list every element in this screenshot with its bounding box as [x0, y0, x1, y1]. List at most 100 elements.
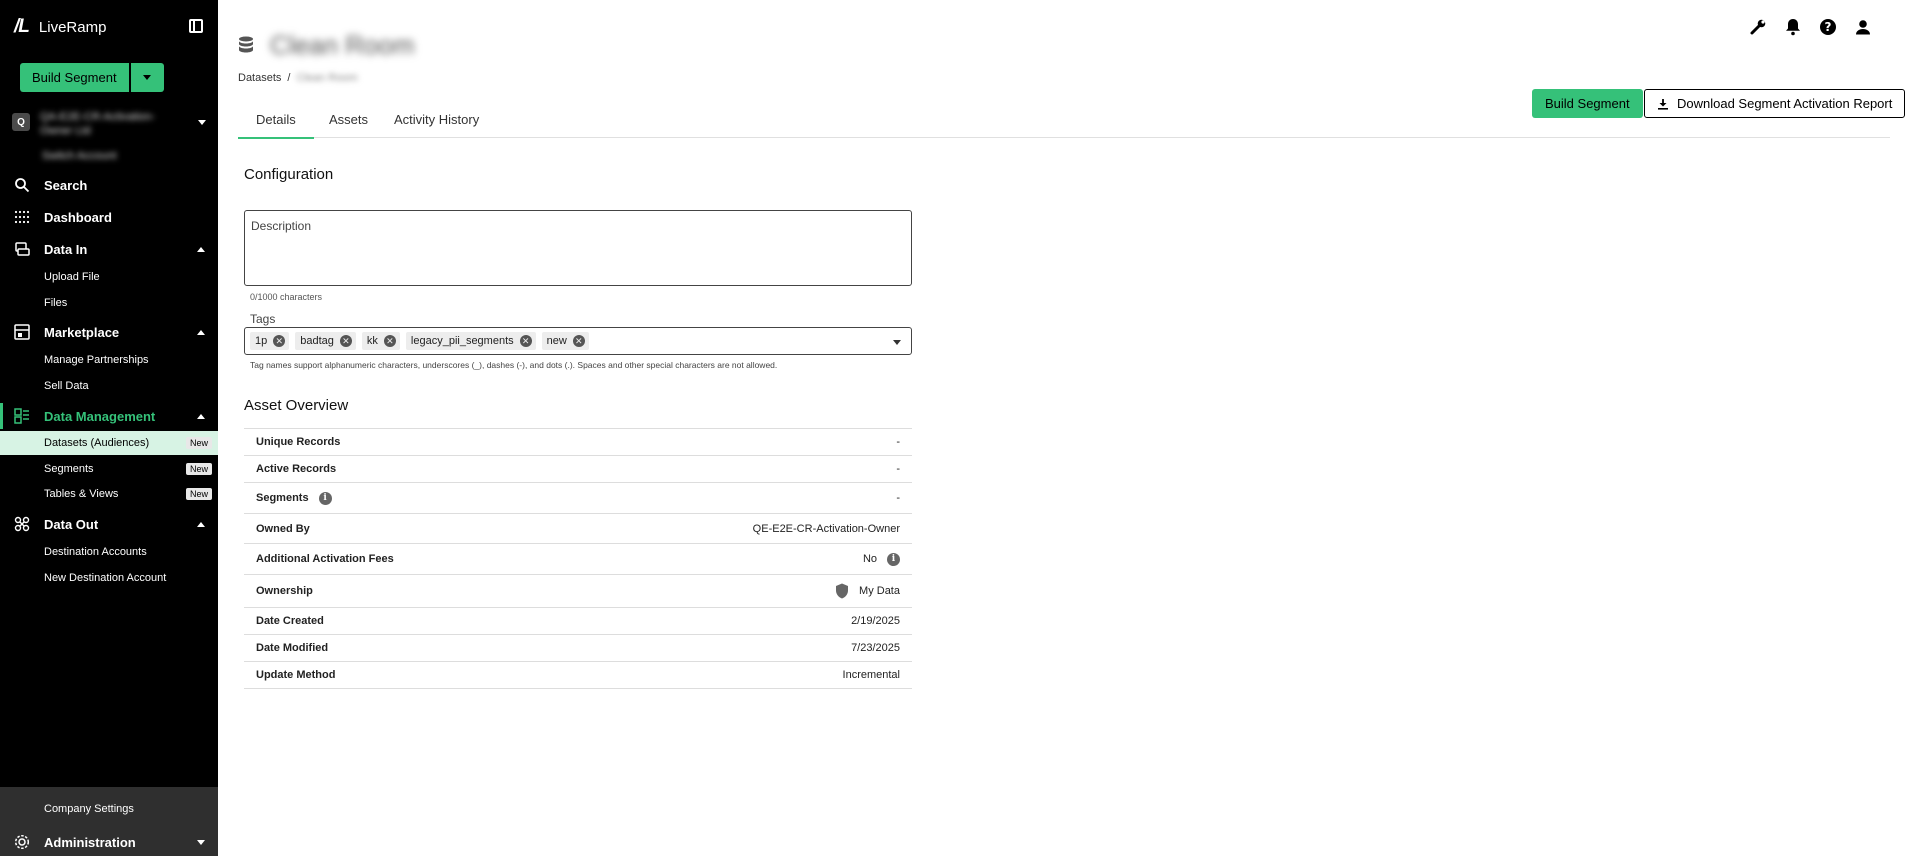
sidebar-item-segments[interactable]: Segments New: [0, 457, 218, 481]
sidebar-item-company-settings[interactable]: Company Settings: [0, 797, 218, 821]
data-management-icon: [14, 408, 29, 424]
data-in-icon: [15, 242, 30, 256]
build-segment-button[interactable]: Build Segment: [20, 63, 129, 92]
table-row: Additional Activation Fees No i: [244, 544, 912, 575]
help-icon: ?: [1820, 19, 1836, 35]
sidebar-item-label: Datasets (Audiences): [44, 437, 150, 449]
build-segment-dropdown-button[interactable]: [130, 63, 164, 92]
asset-overview-table: Unique Records - Active Records - Segmen…: [244, 428, 912, 689]
sidebar-item-dashboard[interactable]: Dashboard: [0, 202, 218, 232]
gear-icon: [14, 834, 30, 850]
sidebar-item-label: Administration: [44, 834, 136, 850]
row-label: Ownership: [256, 585, 313, 597]
sidebar-item-new-destination-account[interactable]: New Destination Account: [0, 566, 218, 590]
sidebar-item-manage-partnerships[interactable]: Manage Partnerships: [0, 348, 218, 372]
sidebar-item-data-management[interactable]: Data Management: [0, 401, 218, 431]
sidebar-item-label: Upload File: [44, 271, 100, 283]
tag-chip: kk ✕: [361, 332, 400, 350]
sidebar-item-data-out[interactable]: Data Out: [0, 509, 218, 539]
description-char-count: 0/1000 characters: [250, 292, 323, 302]
sidebar-item-files[interactable]: Files: [0, 291, 218, 315]
user-icon: [1856, 20, 1870, 35]
sidebar-item-sell-data[interactable]: Sell Data: [0, 374, 218, 398]
chevron-down-icon[interactable]: [893, 340, 901, 345]
tab-activity-history[interactable]: Activity History: [394, 112, 479, 127]
remove-tag-icon[interactable]: ✕: [572, 335, 585, 347]
help-button[interactable]: ?: [1819, 18, 1837, 36]
chevron-up-icon: [197, 329, 205, 335]
row-value: My Data: [859, 585, 900, 597]
tag-chip-label: legacy_pii_segments: [410, 335, 514, 347]
row-value: 2/19/2025: [851, 615, 900, 627]
marketplace-icon: [14, 324, 30, 340]
chevron-down-icon: [197, 839, 205, 845]
table-row: Date Modified 7/23/2025: [244, 635, 912, 662]
sidebar-item-label: Manage Partnerships: [44, 354, 149, 366]
org-avatar: Q: [12, 113, 30, 131]
tab-assets[interactable]: Assets: [329, 112, 368, 127]
description-field[interactable]: Description: [244, 210, 912, 286]
database-icon: [239, 36, 253, 53]
row-label: Date Modified: [256, 642, 329, 654]
row-label: Owned By: [256, 522, 310, 535]
svg-text:?: ?: [1825, 20, 1832, 34]
user-profile-button[interactable]: [1854, 18, 1872, 36]
search-icon: [15, 178, 30, 193]
sidebar-item-label: Tables & Views: [44, 488, 119, 500]
data-out-icon: [14, 516, 30, 532]
sidebar-item-upload-file[interactable]: Upload File: [0, 265, 218, 289]
row-value: -: [896, 492, 900, 504]
row-value-group: My Data: [835, 583, 900, 599]
sidebar-item-marketplace[interactable]: Marketplace: [0, 317, 218, 347]
tags-help-text: Tag names support alphanumeric character…: [250, 360, 778, 370]
sidebar-collapse-icon[interactable]: [189, 19, 203, 33]
logo-text: LiveRamp: [38, 18, 107, 36]
sidebar-item-label: Company Settings: [44, 803, 134, 815]
breadcrumb-current: Clean Room: [296, 72, 358, 84]
tag-chip: legacy_pii_segments ✕: [405, 332, 536, 350]
table-row: Ownership My Data: [244, 575, 912, 608]
tab-details[interactable]: Details: [238, 112, 314, 139]
remove-tag-icon[interactable]: ✕: [273, 335, 286, 347]
sidebar-item-label: Destination Accounts: [44, 546, 147, 558]
row-label-group: Segments i: [256, 491, 332, 505]
notifications-button[interactable]: [1784, 18, 1802, 36]
row-label: Active Records: [256, 463, 337, 475]
new-badge: New: [186, 463, 213, 475]
tags-input[interactable]: 1p ✕ badtag ✕ kk ✕ legacy_pii_segments ✕ new…: [244, 327, 912, 355]
breadcrumb-datasets-link[interactable]: Datasets: [238, 72, 281, 84]
sidebar-item-label: Files: [44, 297, 68, 309]
page-title: Clean Room: [270, 30, 415, 60]
remove-tag-icon[interactable]: ✕: [383, 335, 396, 347]
sidebar-item-administration[interactable]: Administration: [0, 827, 218, 856]
row-value: No: [862, 553, 877, 565]
row-value-group: No i: [862, 552, 900, 566]
sidebar-item-search[interactable]: Search: [0, 170, 218, 200]
account-switcher[interactable]: Q QA-E2E-CR-Activation-Owner Ltd Switch …: [12, 110, 208, 168]
tools-button[interactable]: [1749, 18, 1767, 36]
table-row: Date Created 2/19/2025: [244, 608, 912, 635]
row-value: 7/23/2025: [851, 642, 900, 654]
bell-icon: [1786, 19, 1800, 36]
table-row: Segments i -: [244, 483, 912, 514]
sidebar-item-label: Search: [44, 177, 88, 193]
chevron-up-icon: [197, 246, 205, 252]
row-label: Segments: [256, 492, 309, 504]
sidebar-item-destination-accounts[interactable]: Destination Accounts: [0, 540, 218, 564]
sidebar-item-data-in[interactable]: Data In: [0, 234, 218, 264]
tag-chip: badtag ✕: [295, 332, 356, 350]
configuration-heading: Configuration: [244, 166, 334, 183]
liveramp-logo[interactable]: /L LiveRamp: [14, 16, 106, 38]
breadcrumb: Datasets / Clean Room: [238, 72, 358, 84]
sidebar-item-label: Marketplace: [44, 324, 120, 340]
info-icon[interactable]: i: [318, 491, 332, 505]
table-row: Unique Records -: [244, 429, 912, 456]
info-icon[interactable]: i: [887, 552, 900, 566]
sidebar-item-datasets[interactable]: Datasets (Audiences) New: [0, 431, 218, 455]
tag-chip: new ✕: [541, 332, 589, 350]
sidebar-item-tables-views[interactable]: Tables & Views New: [0, 482, 218, 506]
chevron-down-icon: [143, 75, 152, 80]
remove-tag-icon[interactable]: ✕: [339, 335, 352, 347]
remove-tag-icon[interactable]: ✕: [519, 335, 532, 347]
sidebar-item-label: New Destination Account: [44, 572, 167, 584]
